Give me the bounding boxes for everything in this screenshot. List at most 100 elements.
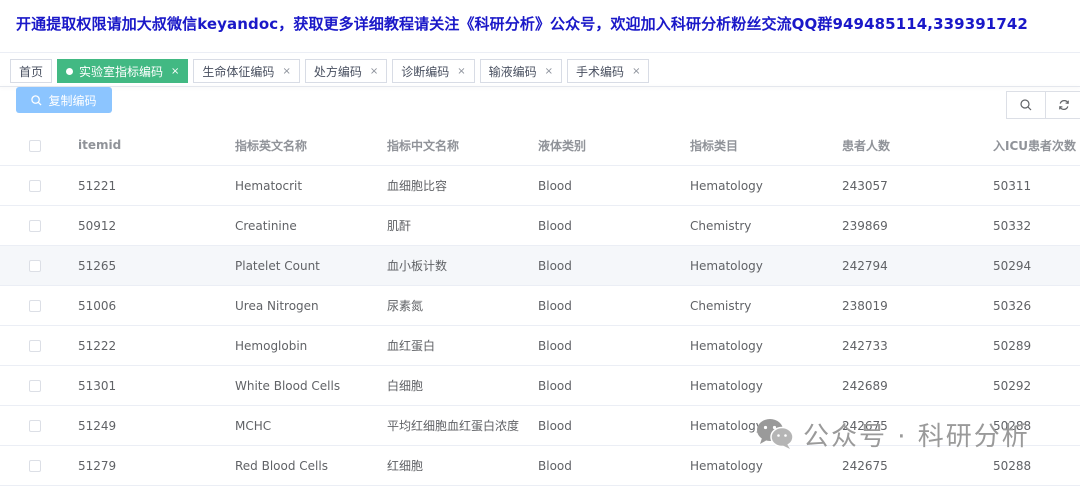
row-checkbox[interactable] xyxy=(29,380,41,392)
tab-label: 生命体征编码 xyxy=(202,64,275,79)
table-row[interactable]: 51301 White Blood Cells 白细胞 Blood Hematology… xyxy=(0,365,1080,406)
table-cell: 50311 xyxy=(993,165,1080,206)
close-icon[interactable]: × xyxy=(457,66,465,77)
table-cell: 51249 xyxy=(78,405,235,446)
banner-divider xyxy=(0,52,1080,53)
row-select-cell xyxy=(0,445,78,486)
table-row[interactable]: 50912 Creatinine 肌酐 Blood Chemistry 239869 503… xyxy=(0,205,1080,246)
table-cell: 51222 xyxy=(78,325,235,366)
row-checkbox[interactable] xyxy=(29,420,41,432)
row-select-cell xyxy=(0,325,78,366)
tab-6[interactable]: 手术编码 × xyxy=(567,59,650,83)
table-cell: Creatinine xyxy=(235,205,387,246)
select-all-cell xyxy=(0,125,78,166)
table-cell: 50912 xyxy=(78,205,235,246)
table-cell: 白细胞 xyxy=(387,365,538,406)
row-select-cell xyxy=(0,365,78,406)
table-row[interactable]: 51221 Hematocrit 血细胞比容 Blood Hematology 24305… xyxy=(0,165,1080,206)
tab-2[interactable]: 生命体征编码 × xyxy=(193,59,300,83)
tab-3[interactable]: 处方编码 × xyxy=(304,59,388,83)
row-checkbox[interactable] xyxy=(29,300,41,312)
table-cell: 尿素氮 xyxy=(387,285,538,326)
close-icon[interactable]: × xyxy=(171,66,179,77)
table-cell: White Blood Cells xyxy=(235,365,387,406)
refresh-button[interactable] xyxy=(1046,91,1080,119)
table-cell: 50289 xyxy=(993,325,1080,366)
close-icon[interactable]: × xyxy=(632,66,640,77)
table-cell: Hematology xyxy=(690,245,842,286)
row-checkbox[interactable] xyxy=(29,340,41,352)
table-cell: Blood xyxy=(538,405,690,446)
table-cell: 51265 xyxy=(78,245,235,286)
refresh-icon xyxy=(1058,100,1069,110)
tab-5[interactable]: 输液编码 × xyxy=(479,59,563,83)
row-checkbox[interactable] xyxy=(29,460,41,472)
row-select-cell xyxy=(0,165,78,206)
wechat-icon xyxy=(757,419,794,449)
column-header: 患者人数 xyxy=(842,125,993,166)
table-cell: 51279 xyxy=(78,445,235,486)
watermark-text: 公众号 · 科研分析 xyxy=(803,421,1030,452)
tab-label: 处方编码 xyxy=(313,64,362,79)
table-cell: Hematology xyxy=(690,365,842,406)
active-dot-icon xyxy=(66,67,74,75)
select-all-checkbox[interactable] xyxy=(29,139,41,152)
tab-1[interactable]: 实验室指标编码 × xyxy=(57,59,189,83)
tab-4[interactable]: 诊断编码 × xyxy=(392,59,475,83)
table-cell: 肌酐 xyxy=(387,205,538,246)
search-icon xyxy=(1020,99,1032,111)
tags-view: 首页 实验室指标编码 × 生命体征编码 × 处方编码 × 诊断编码 × 输液编码 × 手术编码 × xyxy=(10,59,654,83)
row-checkbox[interactable] xyxy=(29,220,41,232)
table-cell: Hemoglobin xyxy=(235,325,387,366)
table-cell: Hematocrit xyxy=(235,165,387,206)
table-cell: Hematology xyxy=(690,325,842,366)
close-icon[interactable]: × xyxy=(282,66,290,77)
tags-divider xyxy=(0,86,1080,87)
table-cell: Blood xyxy=(538,365,690,406)
table-cell: 242689 xyxy=(842,365,993,406)
table-cell: 50326 xyxy=(993,285,1080,326)
table-cell: 239869 xyxy=(842,205,993,246)
tab-label: 实验室指标编码 xyxy=(79,64,164,79)
tab-label: 诊断编码 xyxy=(401,64,450,79)
column-header: 指标英文名称 xyxy=(235,125,387,166)
table-cell: 51006 xyxy=(78,285,235,326)
table-cell: Chemistry xyxy=(690,285,842,326)
toggle-search-button[interactable] xyxy=(1006,91,1046,119)
row-select-cell xyxy=(0,245,78,286)
column-header: 液体类别 xyxy=(538,125,690,166)
table-cell: Red Blood Cells xyxy=(235,445,387,486)
table-cell: Blood xyxy=(538,165,690,206)
close-icon[interactable]: × xyxy=(370,66,378,77)
table-row[interactable]: 51265 Platelet Count 血小板计数 Blood Hematology 2… xyxy=(0,245,1080,286)
table-cell: Hematology xyxy=(690,165,842,206)
table-cell: 血细胞比容 xyxy=(387,165,538,206)
table-cell: Blood xyxy=(538,445,690,486)
row-checkbox[interactable] xyxy=(29,180,41,192)
column-header: 指标中文名称 xyxy=(387,125,538,166)
table-cell: Urea Nitrogen xyxy=(235,285,387,326)
tab-0[interactable]: 首页 xyxy=(10,59,53,83)
table-cell: Blood xyxy=(538,245,690,286)
table-cell: Blood xyxy=(538,205,690,246)
row-checkbox[interactable] xyxy=(29,260,41,272)
row-select-cell xyxy=(0,285,78,326)
search-icon xyxy=(31,94,43,106)
table-cell: Blood xyxy=(538,325,690,366)
close-icon[interactable]: × xyxy=(545,66,553,77)
column-header: 指标类目 xyxy=(690,125,842,166)
copy-code-button[interactable]: 复制编码 xyxy=(16,87,112,113)
table-cell: Chemistry xyxy=(690,205,842,246)
table-row[interactable]: 51006 Urea Nitrogen 尿素氮 Blood Chemistry 23801… xyxy=(0,285,1080,326)
copy-code-label: 复制编码 xyxy=(48,93,97,108)
table-cell: 红细胞 xyxy=(387,445,538,486)
table-cell: 50292 xyxy=(993,365,1080,406)
table-cell: 50332 xyxy=(993,205,1080,246)
row-select-cell xyxy=(0,205,78,246)
table-row[interactable]: 51222 Hemoglobin 血红蛋白 Blood Hematology 242733… xyxy=(0,325,1080,366)
table-cell: 血小板计数 xyxy=(387,245,538,286)
table-tools xyxy=(1006,91,1080,119)
tab-label: 输液编码 xyxy=(488,64,537,79)
table-header-row: itemid 指标英文名称 指标中文名称 液体类别 指标类目 患者人数 入ICU患者次数 xyxy=(0,125,1080,166)
watermark: 公众号 · 科研分析 xyxy=(755,414,1030,454)
